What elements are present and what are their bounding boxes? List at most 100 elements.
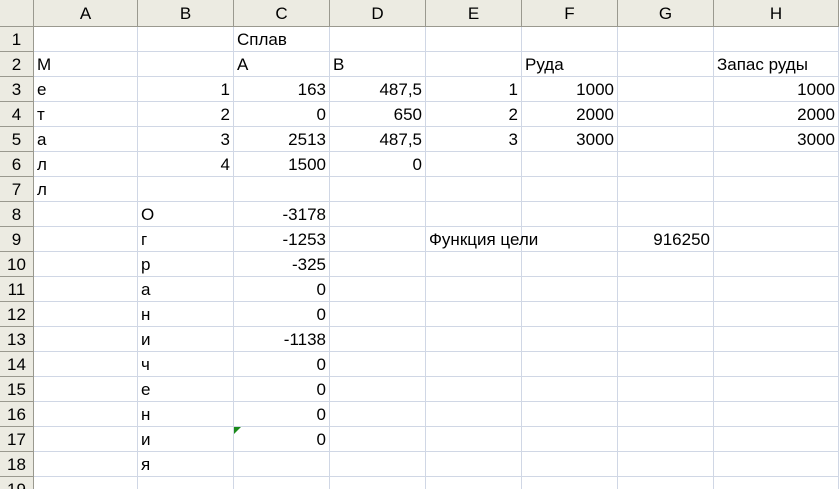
- cell-a3[interactable]: е: [34, 77, 138, 102]
- cell-a16[interactable]: [34, 402, 138, 427]
- cell-c8[interactable]: -3178: [234, 202, 330, 227]
- cell-e16[interactable]: [426, 402, 522, 427]
- cell-f8[interactable]: [522, 202, 618, 227]
- cell-g3[interactable]: [618, 77, 714, 102]
- cell-h1[interactable]: [714, 27, 839, 52]
- column-header-c[interactable]: C: [234, 0, 330, 27]
- cell-h17[interactable]: [714, 427, 839, 452]
- cell-c9[interactable]: -1253: [234, 227, 330, 252]
- row-header-2[interactable]: 2: [0, 52, 34, 77]
- select-all-corner[interactable]: [0, 0, 34, 27]
- cell-g1[interactable]: [618, 27, 714, 52]
- cell-d6[interactable]: 0: [330, 152, 426, 177]
- cell-b8[interactable]: О: [138, 202, 234, 227]
- cell-d13[interactable]: [330, 327, 426, 352]
- column-header-e[interactable]: E: [426, 0, 522, 27]
- cell-f9[interactable]: [522, 227, 618, 252]
- cell-c7[interactable]: [234, 177, 330, 202]
- cell-a2[interactable]: М: [34, 52, 138, 77]
- cell-f1[interactable]: [522, 27, 618, 52]
- cell-b14[interactable]: ч: [138, 352, 234, 377]
- cell-e2[interactable]: [426, 52, 522, 77]
- cell-e4[interactable]: 2: [426, 102, 522, 127]
- cell-g13[interactable]: [618, 327, 714, 352]
- cell-c12[interactable]: 0: [234, 302, 330, 327]
- cell-f6[interactable]: [522, 152, 618, 177]
- cell-d7[interactable]: [330, 177, 426, 202]
- cell-h10[interactable]: [714, 252, 839, 277]
- cell-g6[interactable]: [618, 152, 714, 177]
- cell-f7[interactable]: [522, 177, 618, 202]
- cell-h8[interactable]: [714, 202, 839, 227]
- cell-d4[interactable]: 650: [330, 102, 426, 127]
- cell-b10[interactable]: р: [138, 252, 234, 277]
- cell-a18[interactable]: [34, 452, 138, 477]
- column-header-f[interactable]: F: [522, 0, 618, 27]
- cell-b9[interactable]: г: [138, 227, 234, 252]
- cell-e15[interactable]: [426, 377, 522, 402]
- cell-h11[interactable]: [714, 277, 839, 302]
- cell-d1[interactable]: [330, 27, 426, 52]
- column-header-b[interactable]: B: [138, 0, 234, 27]
- cell-a17[interactable]: [34, 427, 138, 452]
- cell-d19[interactable]: [330, 477, 426, 489]
- row-header-6[interactable]: 6: [0, 152, 34, 177]
- cell-h4[interactable]: 2000: [714, 102, 839, 127]
- cell-e19[interactable]: [426, 477, 522, 489]
- cell-f16[interactable]: [522, 402, 618, 427]
- row-header-18[interactable]: 18: [0, 452, 34, 477]
- row-header-12[interactable]: 12: [0, 302, 34, 327]
- cell-g8[interactable]: [618, 202, 714, 227]
- cell-h6[interactable]: [714, 152, 839, 177]
- cell-d9[interactable]: [330, 227, 426, 252]
- cell-d16[interactable]: [330, 402, 426, 427]
- cell-h12[interactable]: [714, 302, 839, 327]
- row-header-7[interactable]: 7: [0, 177, 34, 202]
- cell-e14[interactable]: [426, 352, 522, 377]
- cell-d2[interactable]: B: [330, 52, 426, 77]
- cell-c14[interactable]: 0: [234, 352, 330, 377]
- cell-d8[interactable]: [330, 202, 426, 227]
- cell-f13[interactable]: [522, 327, 618, 352]
- cell-e7[interactable]: [426, 177, 522, 202]
- cell-c5[interactable]: 2513: [234, 127, 330, 152]
- cell-g15[interactable]: [618, 377, 714, 402]
- cell-b5[interactable]: 3: [138, 127, 234, 152]
- cell-a15[interactable]: [34, 377, 138, 402]
- cell-a5[interactable]: а: [34, 127, 138, 152]
- cell-a11[interactable]: [34, 277, 138, 302]
- row-header-9[interactable]: 9: [0, 227, 34, 252]
- cell-h7[interactable]: [714, 177, 839, 202]
- cell-a12[interactable]: [34, 302, 138, 327]
- spreadsheet-grid[interactable]: ABCDEFGH 12345678910111213141516171819 С…: [0, 0, 839, 489]
- cell-f2[interactable]: Руда: [522, 52, 618, 77]
- cell-e11[interactable]: [426, 277, 522, 302]
- cell-e5[interactable]: 3: [426, 127, 522, 152]
- row-header-16[interactable]: 16: [0, 402, 34, 427]
- cell-g16[interactable]: [618, 402, 714, 427]
- cell-c3[interactable]: 163: [234, 77, 330, 102]
- cell-h19[interactable]: [714, 477, 839, 489]
- cell-g10[interactable]: [618, 252, 714, 277]
- cell-g17[interactable]: [618, 427, 714, 452]
- cell-g5[interactable]: [618, 127, 714, 152]
- cell-e1[interactable]: [426, 27, 522, 52]
- cell-g18[interactable]: [618, 452, 714, 477]
- cell-f14[interactable]: [522, 352, 618, 377]
- cell-e9[interactable]: Функция цели: [426, 227, 538, 252]
- cell-f4[interactable]: 2000: [522, 102, 618, 127]
- cell-h3[interactable]: 1000: [714, 77, 839, 102]
- cell-f17[interactable]: [522, 427, 618, 452]
- cell-b18[interactable]: я: [138, 452, 234, 477]
- cell-a6[interactable]: л: [34, 152, 138, 177]
- cell-g7[interactable]: [618, 177, 714, 202]
- cell-c17[interactable]: 0: [234, 427, 330, 452]
- cell-e12[interactable]: [426, 302, 522, 327]
- cell-c2[interactable]: A: [234, 52, 330, 77]
- cell-h18[interactable]: [714, 452, 839, 477]
- row-header-8[interactable]: 8: [0, 202, 34, 227]
- row-header-10[interactable]: 10: [0, 252, 34, 277]
- cell-h13[interactable]: [714, 327, 839, 352]
- cell-g9[interactable]: 916250: [618, 227, 714, 252]
- cell-h5[interactable]: 3000: [714, 127, 839, 152]
